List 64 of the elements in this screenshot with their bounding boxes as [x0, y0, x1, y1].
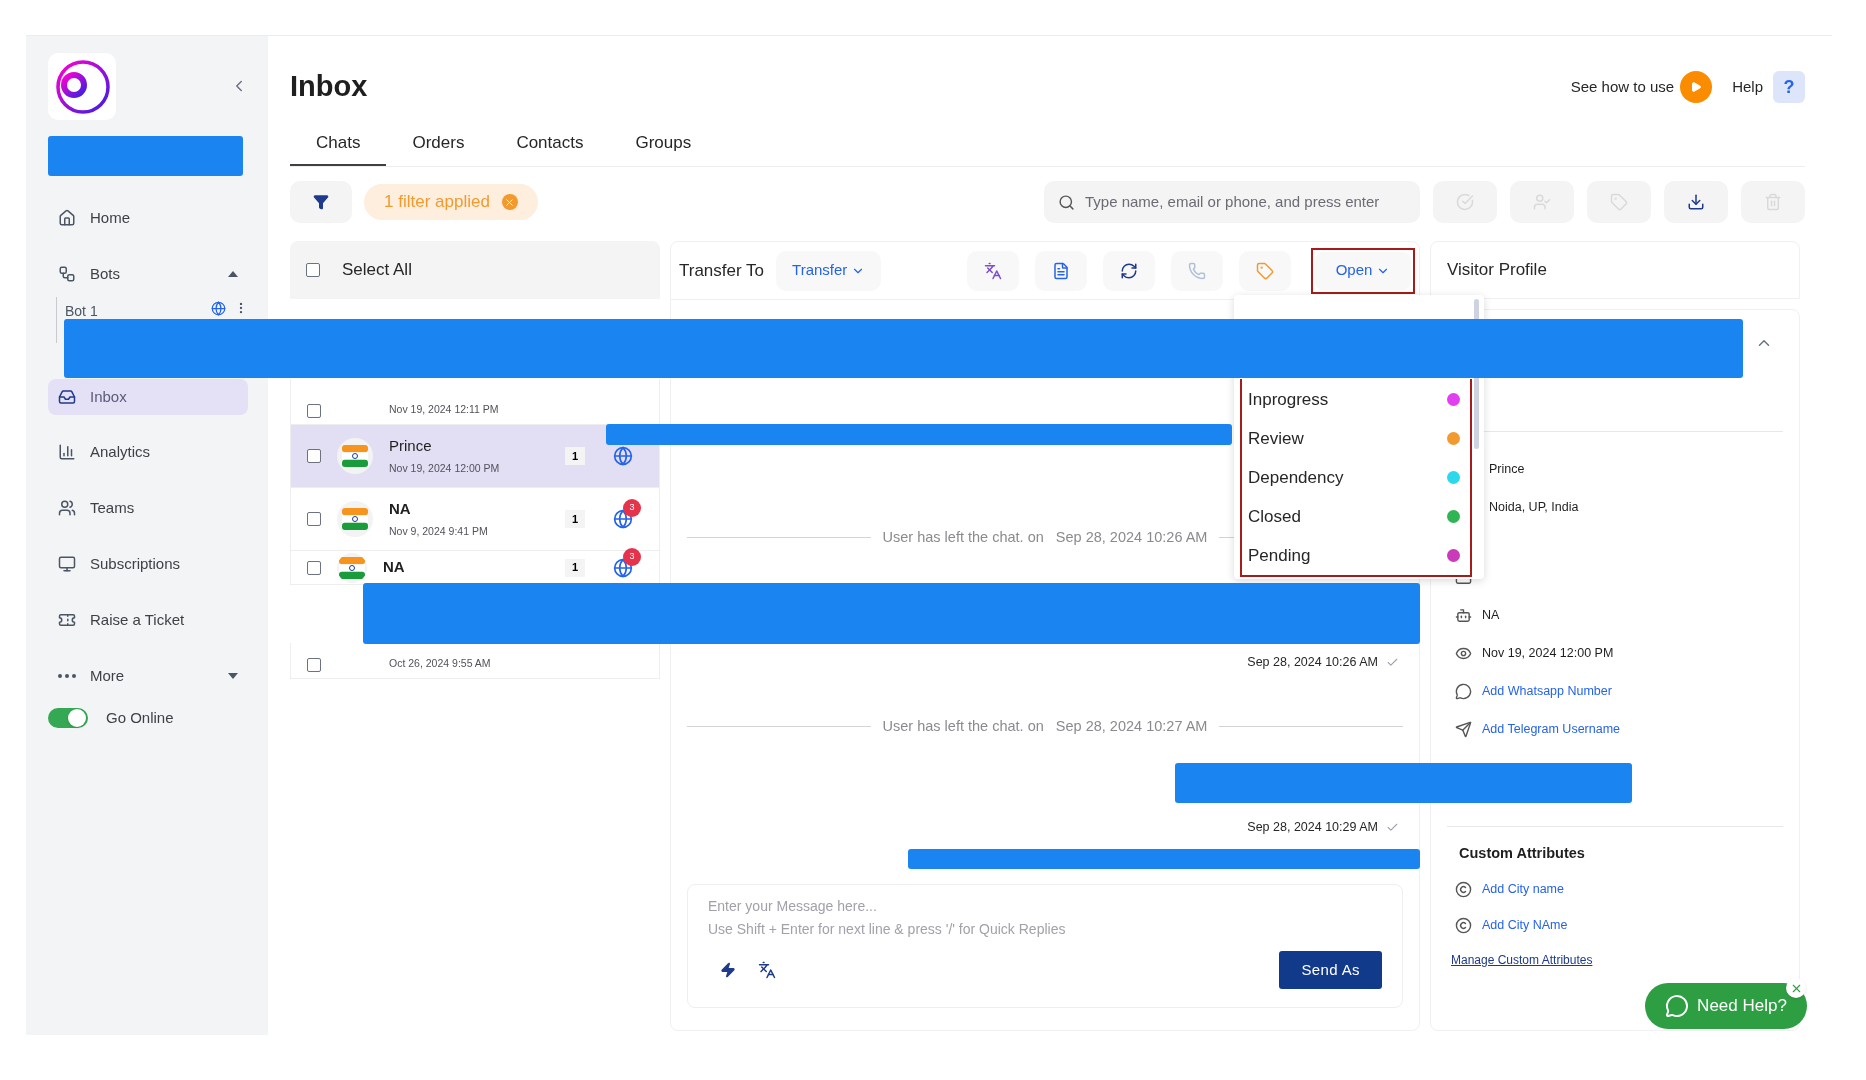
toggle-label: Go Online [106, 708, 174, 728]
contact-name: NA [383, 557, 406, 578]
chat-row[interactable]: Prince Nov 19, 2024 12:00 PM 1 [290, 425, 660, 488]
nav-item[interactable]: Bots [48, 253, 248, 295]
add-link[interactable]: Add Whatsapp Number [1482, 682, 1612, 701]
tab[interactable]: Groups [609, 122, 718, 166]
chat-row[interactable]: Nov 19, 2024 12:11 PM [290, 379, 660, 425]
search-input[interactable]: Type name, email or phone, and press enter [1085, 190, 1406, 214]
profile-value: Noida, UP, India [1489, 499, 1579, 517]
add-link[interactable]: Add Telegram Username [1482, 720, 1621, 739]
status-option[interactable]: Dependency [1242, 458, 1470, 497]
message-time: Sep 28, 2024 10:29 AM [1247, 819, 1378, 837]
profile-title: Visitor Profile [1447, 259, 1547, 282]
transfer-dropdown[interactable]: Transfer [776, 250, 882, 291]
chat-row[interactable]: Oct 26, 2024 9:55 AM [290, 643, 660, 679]
status-dropdown[interactable]: Open [1315, 251, 1411, 290]
message-time: Sep 28, 2024 10:26 AM [1247, 653, 1378, 671]
help-label: Help [1732, 76, 1763, 97]
status-option[interactable]: Review [1242, 419, 1470, 458]
contact-name: NA [389, 498, 412, 519]
chat-row[interactable]: NA 1 3 [290, 551, 660, 585]
chat-date: Nov 19, 2024 12:00 PM [389, 461, 501, 477]
status-option[interactable]: Closed [1242, 497, 1470, 536]
nav-item[interactable]: More [48, 655, 248, 697]
profile-value: NA [1482, 607, 1500, 625]
section-title: Custom Attributes [1458, 844, 1586, 863]
chat-date: Nov 19, 2024 12:11 PM [389, 402, 500, 418]
contact-name: Prince [389, 435, 433, 456]
nav-item[interactable]: Analytics [48, 431, 248, 473]
alert-badge: 3 [623, 499, 641, 517]
nav-item[interactable]: Teams [48, 487, 248, 529]
chat-date: Oct 26, 2024 9:55 AM [389, 656, 492, 672]
system-message: User has left the chat. on Sep 28, 2024 10:27 AM [882, 716, 1208, 736]
page-title: Inbox [290, 69, 369, 105]
unread-count: 1 [565, 558, 585, 577]
how-to-link[interactable]: See how to use [1570, 75, 1675, 99]
nav-item[interactable]: Inbox [48, 379, 248, 415]
send-button[interactable]: Send As [1279, 951, 1382, 989]
unread-count: 1 [565, 510, 585, 528]
system-message: User has left the chat. on Sep 28, 2024 10:26 AM [882, 528, 1208, 547]
tab[interactable]: Chats [290, 122, 387, 166]
message-input[interactable]: Enter your Message here... Use Shift + Enter for next line & press '/' for Quick Replies [708, 895, 1382, 947]
message-box[interactable]: Enter your Message here... Use Shift + Enter for next line & press '/' for Quick Replies Send As [687, 884, 1403, 1008]
profile-value: Prince [1489, 461, 1525, 479]
select-all-label: Select All [342, 259, 412, 282]
filter-label: 1 filter applied [384, 191, 490, 214]
manage-link[interactable]: Manage Custom Attributes [1451, 950, 1593, 969]
status-option[interactable]: Inprogress [1242, 380, 1470, 419]
bot-name[interactable]: Bot 1 [65, 301, 211, 322]
search-field[interactable]: Type name, email or phone, and press enter [1044, 181, 1420, 223]
nav-item[interactable]: Subscriptions [48, 543, 248, 585]
chat-row[interactable]: NA Nov 9, 2024 9:41 PM 1 3 [290, 488, 660, 551]
status-option[interactable]: Pending [1242, 536, 1470, 575]
help-button[interactable]: ? [1773, 71, 1805, 103]
nav-item[interactable]: Raise a Ticket [48, 599, 248, 641]
tab[interactable]: Contacts [490, 122, 610, 166]
profile-value: Nov 19, 2024 12:00 PM [1482, 645, 1614, 663]
nav-item[interactable]: Home [48, 197, 248, 239]
tab[interactable]: Orders [386, 122, 491, 166]
unread-count: 1 [565, 447, 585, 465]
transfer-label: Transfer To [679, 259, 765, 282]
add-link[interactable]: Add City NAme [1482, 916, 1568, 936]
add-link[interactable]: Add City name [1482, 880, 1564, 900]
chat-date: Nov 9, 2024 9:41 PM [389, 524, 489, 540]
